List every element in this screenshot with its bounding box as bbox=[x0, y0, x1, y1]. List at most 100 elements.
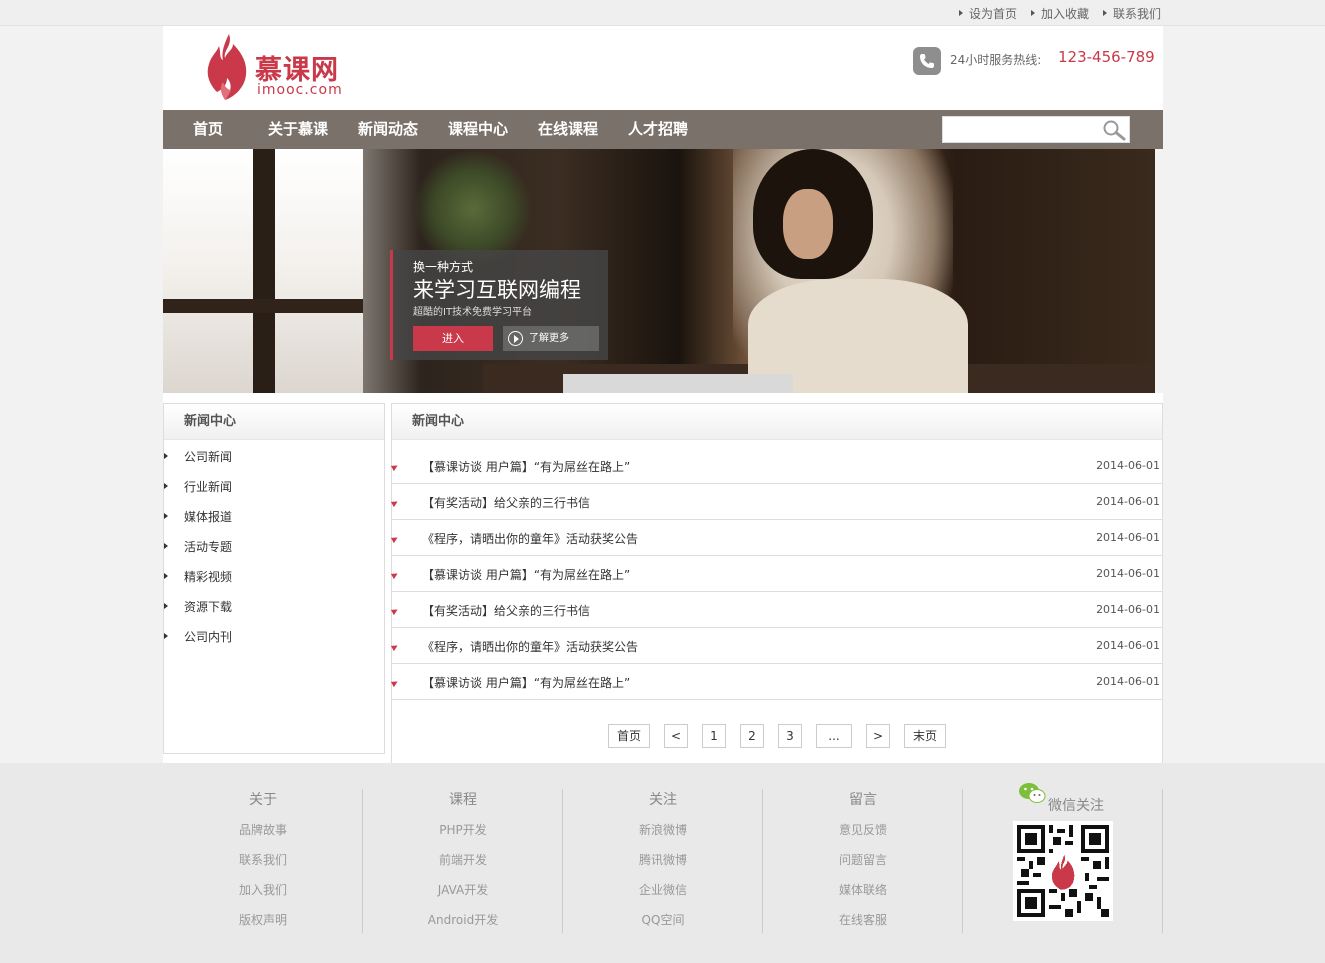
news-row[interactable]: 【慕课访谈 用户篇】“有为屌丝在路上” 2014-06-01 bbox=[390, 556, 1162, 592]
sidebar-item-industry-news[interactable]: 行业新闻 bbox=[164, 472, 384, 502]
news-row[interactable]: 《程序，请晒出你的童年》活动获奖公告 2014-06-01 bbox=[390, 520, 1162, 556]
bullet-icon bbox=[390, 570, 400, 580]
footer-column-title: 课程 bbox=[449, 792, 477, 808]
footer-column-follow: 关注 新浪微博 腾讯微博 企业微信 QQ空间 bbox=[563, 763, 763, 943]
footer-divider bbox=[962, 789, 963, 933]
footer-link[interactable]: 前端开发 bbox=[363, 851, 563, 868]
site-header: 慕课网 imooc.com 24小时服务热线: 123-456-789 bbox=[163, 26, 1163, 110]
prev-page-button[interactable]: < bbox=[664, 724, 688, 748]
footer-link[interactable]: Android开发 bbox=[363, 911, 563, 928]
qr-code[interactable] bbox=[1013, 821, 1113, 921]
sidebar-list: 公司新闻 行业新闻 媒体报道 活动专题 精彩视频 资源下载 公司内刊 bbox=[164, 440, 384, 652]
page-1-button[interactable]: 1 bbox=[702, 724, 726, 748]
bullet-icon bbox=[390, 678, 400, 688]
site-logo[interactable]: 慕课网 imooc.com bbox=[203, 32, 363, 102]
footer-link[interactable]: 问题留言 bbox=[763, 851, 963, 868]
banner-laptop bbox=[563, 374, 793, 393]
first-page-button[interactable]: 首页 bbox=[608, 724, 650, 748]
top-utility-bar: 设为首页 加入收藏 联系我们 bbox=[0, 0, 1325, 26]
enter-button[interactable]: 进入 bbox=[413, 326, 493, 351]
footer-link[interactable]: JAVA开发 bbox=[363, 881, 563, 898]
pagination-ellipsis: ... bbox=[816, 724, 852, 748]
news-title[interactable]: 【慕课访谈 用户篇】“有为屌丝在路上” bbox=[422, 458, 630, 475]
nav-item-home[interactable]: 首页 bbox=[193, 110, 223, 149]
footer-column-about: 关于 品牌故事 联系我们 加入我们 版权声明 bbox=[163, 763, 363, 943]
footer-link[interactable]: 媒体联络 bbox=[763, 881, 963, 898]
news-title[interactable]: 【有奖活动】给父亲的三行书信 bbox=[422, 494, 590, 511]
last-page-button[interactable]: 末页 bbox=[904, 724, 946, 748]
news-row[interactable]: 《程序，请晒出你的童年》活动获奖公告 2014-06-01 bbox=[390, 628, 1162, 664]
sidebar-item-journal[interactable]: 公司内刊 bbox=[164, 622, 384, 652]
nav-item-about[interactable]: 关于慕课 bbox=[268, 110, 328, 149]
news-title[interactable]: 【有奖活动】给父亲的三行书信 bbox=[422, 602, 590, 619]
footer-link[interactable]: 品牌故事 bbox=[163, 821, 363, 838]
footer-link[interactable]: 加入我们 bbox=[163, 881, 363, 898]
footer-divider bbox=[1162, 789, 1163, 933]
news-row[interactable]: 【慕课访谈 用户篇】“有为屌丝在路上” 2014-06-01 bbox=[390, 448, 1162, 484]
contact-us-link[interactable]: 联系我们 bbox=[1102, 5, 1161, 22]
news-list: 【慕课访谈 用户篇】“有为屌丝在路上” 2014-06-01 【有奖活动】给父亲的… bbox=[390, 448, 1162, 700]
wechat-icon bbox=[1019, 783, 1046, 803]
sidebar-item-label: 活动专题 bbox=[184, 540, 233, 554]
news-date: 2014-06-01 bbox=[1096, 459, 1160, 472]
promo-headline: 来学习互联网编程 bbox=[413, 278, 581, 302]
next-page-button[interactable]: > bbox=[866, 724, 890, 748]
sidebar-item-label: 媒体报道 bbox=[184, 510, 233, 524]
page-2-button[interactable]: 2 bbox=[740, 724, 764, 748]
footer-link[interactable]: 意见反馈 bbox=[763, 821, 963, 838]
sidebar-item-media-reports[interactable]: 媒体报道 bbox=[164, 502, 384, 532]
news-date: 2014-06-01 bbox=[1096, 495, 1160, 508]
news-title[interactable]: 【慕课访谈 用户篇】“有为屌丝在路上” bbox=[422, 674, 630, 691]
learn-more-button[interactable]: 了解更多 bbox=[503, 326, 599, 351]
news-row[interactable]: 【慕课访谈 用户篇】“有为屌丝在路上” 2014-06-01 bbox=[390, 664, 1162, 700]
bullet-icon bbox=[390, 642, 400, 652]
news-title[interactable]: 【慕课访谈 用户篇】“有为屌丝在路上” bbox=[422, 566, 630, 583]
arrow-right-icon bbox=[164, 573, 168, 579]
footer-link[interactable]: 版权声明 bbox=[163, 911, 363, 928]
news-row[interactable]: 【有奖活动】给父亲的三行书信 2014-06-01 bbox=[390, 592, 1162, 628]
sidebar-item-label: 公司新闻 bbox=[184, 450, 233, 464]
banner-promo-box: 换一种方式 来学习互联网编程 超酷的IT技术免费学习平台 进入 了解更多 bbox=[390, 250, 608, 360]
news-date: 2014-06-01 bbox=[1096, 567, 1160, 580]
set-homepage-link[interactable]: 设为首页 bbox=[958, 5, 1017, 22]
footer-link[interactable]: QQ空间 bbox=[563, 911, 763, 928]
logo-text-en: imooc.com bbox=[257, 82, 343, 98]
phone-icon bbox=[913, 47, 941, 75]
sidebar-item-events[interactable]: 活动专题 bbox=[164, 532, 384, 562]
sidebar-item-videos[interactable]: 精彩视频 bbox=[164, 562, 384, 592]
add-favorite-link[interactable]: 加入收藏 bbox=[1030, 5, 1089, 22]
arrow-right-icon bbox=[164, 453, 168, 459]
footer-column-courses: 课程 PHP开发 前端开发 JAVA开发 Android开发 bbox=[363, 763, 563, 943]
banner-window-frame bbox=[253, 149, 275, 393]
nav-item-news[interactable]: 新闻动态 bbox=[358, 110, 418, 149]
learn-more-label: 了解更多 bbox=[529, 333, 569, 344]
hotline-label: 24小时服务热线: bbox=[950, 53, 1042, 67]
sidebar-item-label: 公司内刊 bbox=[184, 630, 233, 644]
footer-column-feedback: 留言 意见反馈 问题留言 媒体联络 在线客服 bbox=[763, 763, 963, 943]
bullet-icon bbox=[390, 498, 400, 508]
sidebar-item-company-news[interactable]: 公司新闻 bbox=[164, 442, 384, 472]
arrow-right-icon bbox=[164, 483, 168, 489]
footer-link[interactable]: PHP开发 bbox=[363, 821, 563, 838]
nav-item-online-course[interactable]: 在线课程 bbox=[538, 110, 598, 149]
footer-link[interactable]: 新浪微博 bbox=[563, 821, 763, 838]
news-title[interactable]: 《程序，请晒出你的童年》活动获奖公告 bbox=[422, 530, 638, 547]
search-icon[interactable] bbox=[1101, 119, 1127, 141]
page-3-button[interactable]: 3 bbox=[778, 724, 802, 748]
footer-link[interactable]: 企业微信 bbox=[563, 881, 763, 898]
nav-item-careers[interactable]: 人才招聘 bbox=[628, 110, 688, 149]
banner-window-sill bbox=[163, 299, 363, 313]
sidebar-item-downloads[interactable]: 资源下载 bbox=[164, 592, 384, 622]
footer-link[interactable]: 联系我们 bbox=[163, 851, 363, 868]
nav-item-course-center[interactable]: 课程中心 bbox=[448, 110, 508, 149]
news-title[interactable]: 《程序，请晒出你的童年》活动获奖公告 bbox=[422, 638, 638, 655]
footer-link[interactable]: 在线客服 bbox=[763, 911, 963, 928]
news-row[interactable]: 【有奖活动】给父亲的三行书信 2014-06-01 bbox=[390, 484, 1162, 520]
search-input[interactable] bbox=[945, 119, 1095, 140]
sidebar-item-label: 精彩视频 bbox=[184, 570, 233, 584]
bullet-icon bbox=[390, 462, 400, 472]
footer-link[interactable]: 腾讯微博 bbox=[563, 851, 763, 868]
arrow-right-icon bbox=[164, 603, 168, 609]
utility-links: 设为首页 加入收藏 联系我们 bbox=[958, 5, 1161, 22]
arrow-right-icon bbox=[164, 633, 168, 639]
